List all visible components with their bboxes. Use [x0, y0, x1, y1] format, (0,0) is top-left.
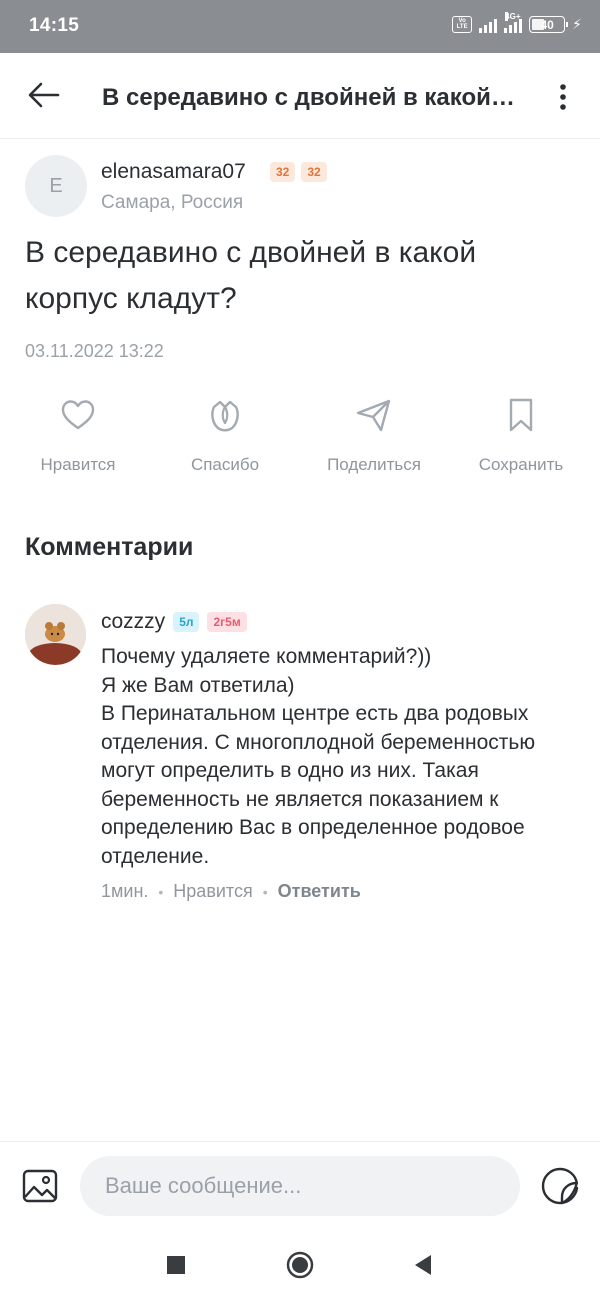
- status-bar: 14:15 Vo LTE 4G+ 40 ⚡: [0, 0, 600, 53]
- volte-icon: Vo LTE: [452, 16, 473, 33]
- heart-icon: [61, 400, 95, 430]
- comment-reply-button[interactable]: Ответить: [278, 881, 361, 902]
- avatar[interactable]: [25, 604, 86, 665]
- circle-icon: [286, 1251, 314, 1279]
- nav-back-button[interactable]: [408, 1249, 440, 1281]
- save-button[interactable]: Сохранить: [456, 395, 586, 475]
- status-icons: Vo LTE 4G+ 40 ⚡: [452, 12, 582, 33]
- user-photo: [25, 604, 86, 665]
- comments-heading: Комментарии: [25, 533, 194, 561]
- send-icon: [356, 399, 391, 432]
- author-badge: 32: [270, 162, 296, 182]
- comment-badge: 2г5м: [207, 612, 247, 632]
- like-label: Нравится: [40, 455, 116, 474]
- share-button[interactable]: Поделиться: [309, 395, 439, 475]
- separator-dot: •: [262, 883, 268, 900]
- recents-button[interactable]: [160, 1249, 192, 1281]
- back-button[interactable]: [24, 75, 64, 115]
- thanks-label: Спасибо: [190, 455, 260, 474]
- signal-icon: [479, 16, 498, 33]
- save-label: Сохранить: [478, 455, 564, 474]
- bookmark-icon: [509, 398, 533, 432]
- author-badges: 32 32: [270, 162, 327, 182]
- author-location: Самара, Россия: [101, 192, 244, 213]
- comment-text: Почему удаляете комментарий?)) Я же Вам …: [101, 643, 591, 871]
- system-nav-bar: [0, 1229, 600, 1299]
- comment-header: cozzzy 5л 2г5м: [101, 610, 247, 634]
- comment-meta: 1мин. • Нравится • Ответить: [101, 881, 361, 902]
- comment-line: Я же Вам ответила): [101, 673, 295, 697]
- charging-icon: ⚡: [572, 16, 582, 32]
- battery-icon: 40: [529, 16, 569, 33]
- thanks-button[interactable]: Спасибо: [160, 395, 290, 475]
- status-time: 14:15: [29, 15, 80, 36]
- arrow-left-icon: [28, 82, 60, 108]
- comment-badge: 5л: [173, 612, 200, 632]
- comment-line: Почему удаляете комментарий?)): [101, 645, 432, 668]
- comment-like-button[interactable]: Нравится: [173, 881, 252, 902]
- battery-level: 40: [540, 17, 554, 32]
- message-input[interactable]: [80, 1156, 520, 1216]
- like-button[interactable]: Нравится: [13, 395, 143, 475]
- sticker-button[interactable]: [538, 1164, 582, 1208]
- question-date: 03.11.2022 13:22: [25, 341, 164, 361]
- post-actions: Нравится Спасибо Поделиться Сохранить: [0, 395, 600, 485]
- triangle-back-icon: [415, 1255, 431, 1275]
- author-badge: 32: [301, 162, 327, 182]
- separator-dot: •: [158, 883, 164, 900]
- comment-author[interactable]: cozzzy: [101, 610, 165, 634]
- share-label: Поделиться: [327, 455, 421, 474]
- image-icon: [22, 1169, 58, 1203]
- more-vertical-icon: [560, 84, 566, 110]
- question-text: В середавино с двойней в какой корпус кл…: [25, 236, 477, 315]
- top-app-bar: В середавино с двойней в какой корпус кл…: [0, 53, 600, 139]
- message-composer: [0, 1141, 600, 1229]
- network-label: 4G+: [505, 12, 521, 21]
- avatar-letter: E: [49, 174, 63, 197]
- volte-label: Vo LTE: [456, 18, 468, 30]
- comment-line: В Перинатальном центре есть два родовых …: [101, 702, 536, 868]
- sticker-icon: [541, 1167, 579, 1205]
- home-button[interactable]: [284, 1249, 316, 1281]
- author-avatar[interactable]: E: [25, 155, 87, 217]
- author-name[interactable]: elenasamara07: [101, 160, 246, 184]
- page-title: В середавино с двойней в какой корпус кл…: [102, 84, 517, 111]
- attach-image-button[interactable]: [20, 1166, 60, 1206]
- signal-4g-icon: 4G+: [504, 12, 523, 33]
- comment-time: 1мин.: [101, 881, 149, 901]
- more-button[interactable]: [548, 77, 578, 117]
- flower-icon: [211, 400, 239, 432]
- square-icon: [167, 1256, 185, 1274]
